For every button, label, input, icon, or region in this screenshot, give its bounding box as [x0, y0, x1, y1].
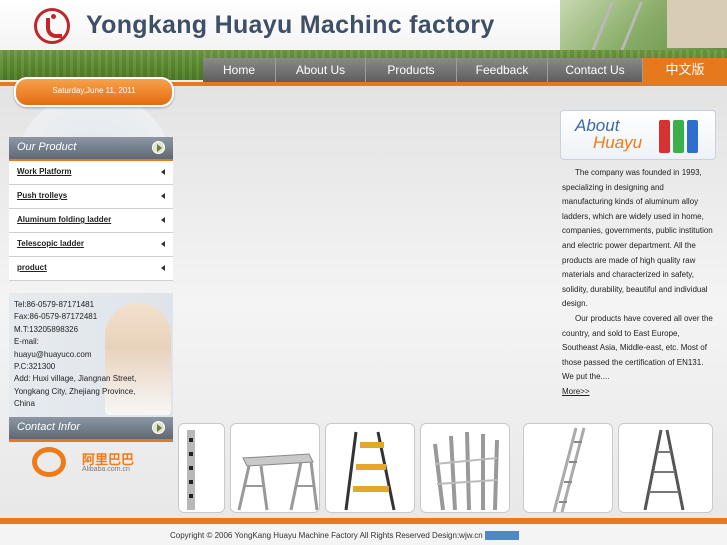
nav-feedback[interactable]: Feedback [457, 58, 548, 82]
contact-info-box: Tel:86-0579-87171481 Fax:86-0579-8717248… [9, 293, 173, 418]
site-footer: Copyright © 2006 YongKang Huayu Machine … [0, 524, 727, 545]
product-thumb-a-frame-ladder[interactable] [618, 423, 713, 513]
contact-line: M.T:13205898326 [14, 324, 79, 334]
about-text: The company was founded in 1993, special… [562, 166, 714, 400]
binder-blue-icon [687, 120, 698, 153]
binder-green-icon [673, 120, 684, 153]
ladder-icon [589, 2, 643, 56]
telescopic-ladder-icon [187, 430, 195, 510]
arrow-left-icon [161, 241, 165, 247]
house-image [667, 0, 727, 48]
product-link[interactable]: Push trolleys [17, 191, 67, 200]
about-paragraph-2: Our products have covered all over the c… [562, 313, 713, 382]
step-ladder-icon [344, 431, 396, 511]
product-item[interactable]: Telescopic ladder [9, 233, 173, 257]
nav-contact-us[interactable]: Contact Us [548, 58, 643, 82]
nav-about-us[interactable]: About Us [276, 58, 366, 82]
about-title-line2: Huayu [593, 133, 643, 152]
contact-line: Yongkang City, Zhejiang Province, [14, 386, 136, 396]
product-item[interactable]: Push trolleys [9, 185, 173, 209]
product-link[interactable]: Telescopic ladder [17, 239, 84, 248]
contact-line: Fax:86-0579-87172481 [14, 312, 98, 322]
nav-chinese-version[interactable]: 中文版 [643, 58, 727, 82]
product-item[interactable]: product [9, 257, 173, 281]
contact-line: E-mail: [14, 337, 39, 347]
contact-line: Add: Huxi village, Jiangnan Street, [14, 374, 137, 384]
product-link[interactable]: Aluminum folding ladder [17, 215, 111, 224]
arrow-left-icon [161, 169, 165, 175]
product-item[interactable]: Work Platform [9, 161, 173, 185]
alibaba-en-text: Alibaba.com.cn [82, 466, 130, 473]
folding-ladder-icon [433, 431, 499, 511]
product-link[interactable]: Work Platform [17, 167, 72, 176]
product-section-title: Our Product [17, 141, 77, 153]
nav-products[interactable]: Products [366, 58, 457, 82]
binder-red-icon [659, 120, 670, 153]
about-paragraph-1: The company was founded in 1993, special… [562, 168, 713, 309]
contact-lines: Tel:86-0579-87171481 Fax:86-0579-8717248… [14, 299, 136, 411]
product-thumb-telescopic[interactable] [178, 423, 225, 513]
stats-badge-icon[interactable] [484, 531, 519, 541]
contact-section-title: Contact Infor [17, 421, 80, 433]
go-arrow-icon[interactable] [152, 141, 165, 154]
product-thumb-platform[interactable] [230, 423, 320, 513]
site-title: Yongkang Huayu Machinc factory [86, 11, 495, 39]
product-thumb-step-ladder[interactable] [325, 423, 415, 513]
footer-copyright: Copyright © 2006 YongKang Huayu Machine … [170, 531, 519, 541]
contact-section-header: Contact Infor [9, 417, 173, 442]
arrow-left-icon [161, 217, 165, 223]
alibaba-link[interactable]: 阿里巴巴 Alibaba.com.cn [32, 445, 152, 479]
nav-home[interactable]: Home [203, 58, 276, 82]
about-header: About Huayu [560, 110, 716, 160]
product-thumb-straight-ladder[interactable] [523, 423, 613, 513]
alibaba-logo-icon [32, 447, 66, 477]
a-frame-ladder-icon [643, 429, 685, 511]
product-list: Work Platform Push trolleys Aluminum fol… [9, 161, 173, 281]
arrow-left-icon [161, 265, 165, 271]
product-item[interactable]: Aluminum folding ladder [9, 209, 173, 233]
work-platform-icon [237, 453, 319, 511]
product-thumb-folding-ladder[interactable] [420, 423, 510, 513]
straight-ladder-icon [552, 427, 586, 512]
arrow-left-icon [161, 193, 165, 199]
contact-line: China [14, 399, 35, 409]
product-section-header: Our Product [9, 137, 173, 162]
go-arrow-icon[interactable] [152, 421, 165, 434]
contact-line: P.C:321300 [14, 362, 56, 372]
footer-text: Copyright © 2006 YongKang Huayu Machine … [170, 531, 483, 540]
more-link[interactable]: More>> [562, 387, 590, 396]
product-thumbnails [178, 423, 718, 513]
company-logo-icon[interactable] [34, 8, 70, 44]
date-display: Saturday,June 11, 2011 [14, 77, 174, 107]
contact-email[interactable]: huayu@huayuco.com [14, 349, 136, 361]
product-link[interactable]: product [17, 263, 47, 272]
main-nav: Home About Us Products Feedback Contact … [203, 58, 727, 82]
contact-line: Tel:86-0579-87171481 [14, 300, 95, 309]
